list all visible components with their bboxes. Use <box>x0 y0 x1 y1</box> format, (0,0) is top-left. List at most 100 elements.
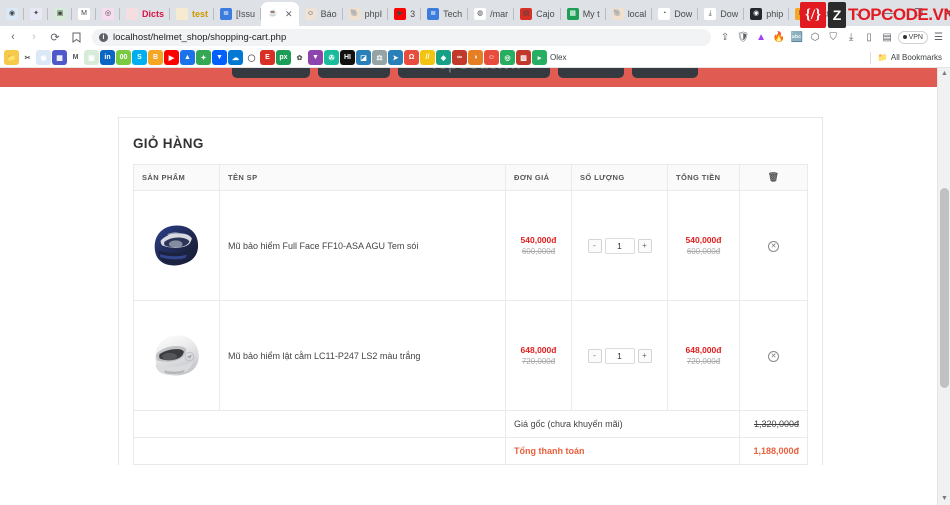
browser-tab-13[interactable]: ◍/mar <box>468 2 515 26</box>
bookmark-item-32[interactable]: ▨ <box>516 50 531 65</box>
puzzle-extensions-icon[interactable]: ⬡ <box>808 30 823 45</box>
all-bookmarks-button[interactable]: 📁 All Bookmarks <box>869 51 946 64</box>
delete-cell: ✕ <box>739 190 808 301</box>
bookmark-item-18[interactable]: ✿ <box>292 50 307 65</box>
profile-extension-icon[interactable]: ⛉ <box>826 30 841 45</box>
browser-tab-1[interactable]: ✦ <box>24 2 48 26</box>
address-bar[interactable]: i localhost/helmet_shop/shopping-cart.ph… <box>92 28 711 46</box>
bookmark-item-33[interactable]: ▸ <box>532 50 547 65</box>
browser-tab-3[interactable]: M <box>72 2 96 26</box>
bookmark-item-8[interactable]: S <box>132 50 147 65</box>
bookmark-item-25[interactable]: Ω <box>404 50 419 65</box>
browser-tab-7[interactable]: ≣ [Issu <box>214 2 262 26</box>
browser-tab-9[interactable]: ☺ Báo <box>299 2 343 26</box>
bookmark-item-6[interactable]: in <box>100 50 115 65</box>
bookmark-item-28[interactable]: ∞ <box>452 50 467 65</box>
bookmark-label-olex[interactable]: Olex <box>550 53 566 62</box>
site-nav-buttons <box>232 68 698 78</box>
tab-label-10: phpI <box>364 9 383 19</box>
bookmark-item-5[interactable]: ▣ <box>84 50 99 65</box>
browser-tab-19[interactable]: ◉ phip <box>744 2 790 26</box>
bookmark-item-19[interactable]: ▼ <box>308 50 323 65</box>
scroll-down-arrow[interactable]: ▼ <box>938 493 950 505</box>
browser-tab-14[interactable]: ▤ Cajo <box>514 2 561 26</box>
nav-button-4[interactable] <box>558 68 624 78</box>
quantity-increase-button[interactable]: + <box>637 238 652 253</box>
bookmark-item-11[interactable]: ▲ <box>180 50 195 65</box>
browser-tab-17[interactable]: ◔ Dow <box>652 2 699 26</box>
bookmark-item-3[interactable]: ▦ <box>52 50 67 65</box>
vpn-button[interactable]: VPN <box>897 30 928 44</box>
side-panel-icon[interactable]: ▯ <box>862 30 877 45</box>
browser-tab-16[interactable]: 🐘 local <box>606 2 653 26</box>
bookmark-item-9[interactable]: B <box>148 50 163 65</box>
tab-close-button-8[interactable]: ✕ <box>285 9 293 20</box>
scroll-thumb[interactable] <box>940 188 949 388</box>
nav-button-2[interactable] <box>318 68 390 78</box>
bookmark-item-31[interactable]: ◎ <box>500 50 515 65</box>
bookmark-item-24[interactable]: ➤ <box>388 50 403 65</box>
bookmark-item-23[interactable]: ⚖ <box>372 50 387 65</box>
quantity-decrease-button[interactable]: - <box>587 238 602 253</box>
quantity-stepper[interactable]: -1 + <box>580 347 659 364</box>
bookmark-item-27[interactable]: ◈ <box>436 50 451 65</box>
bookmark-item-30[interactable]: ☺ <box>484 50 499 65</box>
bookmark-item-4[interactable]: M <box>68 50 83 65</box>
page-scrollbar[interactable]: ▲ ▼ <box>937 68 950 505</box>
quantity-input[interactable]: 1 <box>604 347 635 364</box>
bookmark-item-20[interactable]: ✇ <box>324 50 339 65</box>
reload-icon[interactable]: ⟳ <box>46 28 64 46</box>
browser-tab-8[interactable]: ☕ ✕ <box>261 2 299 26</box>
nav-button-1[interactable] <box>232 68 310 78</box>
share-icon[interactable]: ⇪ <box>718 30 733 45</box>
browser-tab-2[interactable]: ▣ <box>48 2 72 26</box>
browser-tab-18[interactable]: ⤓ Dow <box>698 2 745 26</box>
quantity-stepper[interactable]: -1 + <box>580 237 659 254</box>
browser-menu-icon[interactable]: ☰ <box>931 30 946 45</box>
remove-item-button[interactable]: ✕ <box>768 350 779 362</box>
nav-button-5[interactable] <box>632 68 698 78</box>
bookmark-item-21[interactable]: HI <box>340 50 355 65</box>
scroll-up-arrow[interactable]: ▲ <box>938 68 950 80</box>
bookmark-item-17[interactable]: px <box>276 50 291 65</box>
browser-tab-5[interactable]: Dicts <box>120 2 171 26</box>
bookmark-item-15[interactable]: ◯ <box>244 50 259 65</box>
split-view-icon[interactable]: ▤ <box>880 30 895 45</box>
back-icon[interactable]: ‹ <box>4 28 22 46</box>
quantity-increase-button[interactable]: + <box>637 348 652 363</box>
bookmark-item-12[interactable]: ✦ <box>196 50 211 65</box>
quantity-input[interactable]: 1 <box>604 237 635 254</box>
bookmark-item-7[interactable]: 00 <box>116 50 131 65</box>
flame-extension-icon[interactable]: 🔥 <box>772 30 787 45</box>
bookmark-item-0[interactable]: 📁 <box>4 50 19 65</box>
bookmark-item-16[interactable]: E <box>260 50 275 65</box>
shield-icon[interactable]: 🛡 <box>736 30 751 45</box>
bookmark-item-26[interactable]: // <box>420 50 435 65</box>
browser-tab-0[interactable]: ◉ <box>0 2 24 26</box>
browser-tab-12[interactable]: ≣ Tech <box>421 2 469 26</box>
quantity-decrease-button[interactable]: - <box>587 348 602 363</box>
bookmark-item-29[interactable]: ◑ <box>468 50 483 65</box>
bookmark-item-2[interactable]: ◉ <box>36 50 51 65</box>
bookmark-item-14[interactable]: ☁ <box>228 50 243 65</box>
browser-tab-4[interactable]: ◎ <box>96 2 120 26</box>
tab-label-19: phip <box>766 9 784 19</box>
translate-extension-icon[interactable]: 🔤 <box>790 30 805 45</box>
site-info-icon[interactable]: i <box>99 32 108 42</box>
bookmark-item-22[interactable]: ◪ <box>356 50 371 65</box>
nav-button-3[interactable] <box>398 68 550 78</box>
downloads-icon[interactable]: ⤓ <box>844 30 859 45</box>
bookmark-item-1[interactable]: ✂ <box>20 50 35 65</box>
browser-tab-15[interactable]: ▦ My t <box>561 2 606 26</box>
bookmark-icon[interactable] <box>67 28 85 46</box>
column-header-price: ĐƠN GIÁ <box>505 164 572 191</box>
remove-item-button[interactable]: ✕ <box>768 240 779 252</box>
bookmark-item-10[interactable]: ▶ <box>164 50 179 65</box>
tab-favicon-8: ☕ <box>267 8 280 20</box>
browser-tab-11[interactable]: ▶ 3 <box>388 2 422 26</box>
triangle-extension-icon[interactable]: ▲ <box>754 30 769 45</box>
bookmark-item-13[interactable]: ▼ <box>212 50 227 65</box>
browser-tab-10[interactable]: 🐘 phpI <box>343 2 389 26</box>
browser-tab-6[interactable]: test <box>170 2 215 26</box>
forward-icon[interactable]: › <box>25 28 43 46</box>
